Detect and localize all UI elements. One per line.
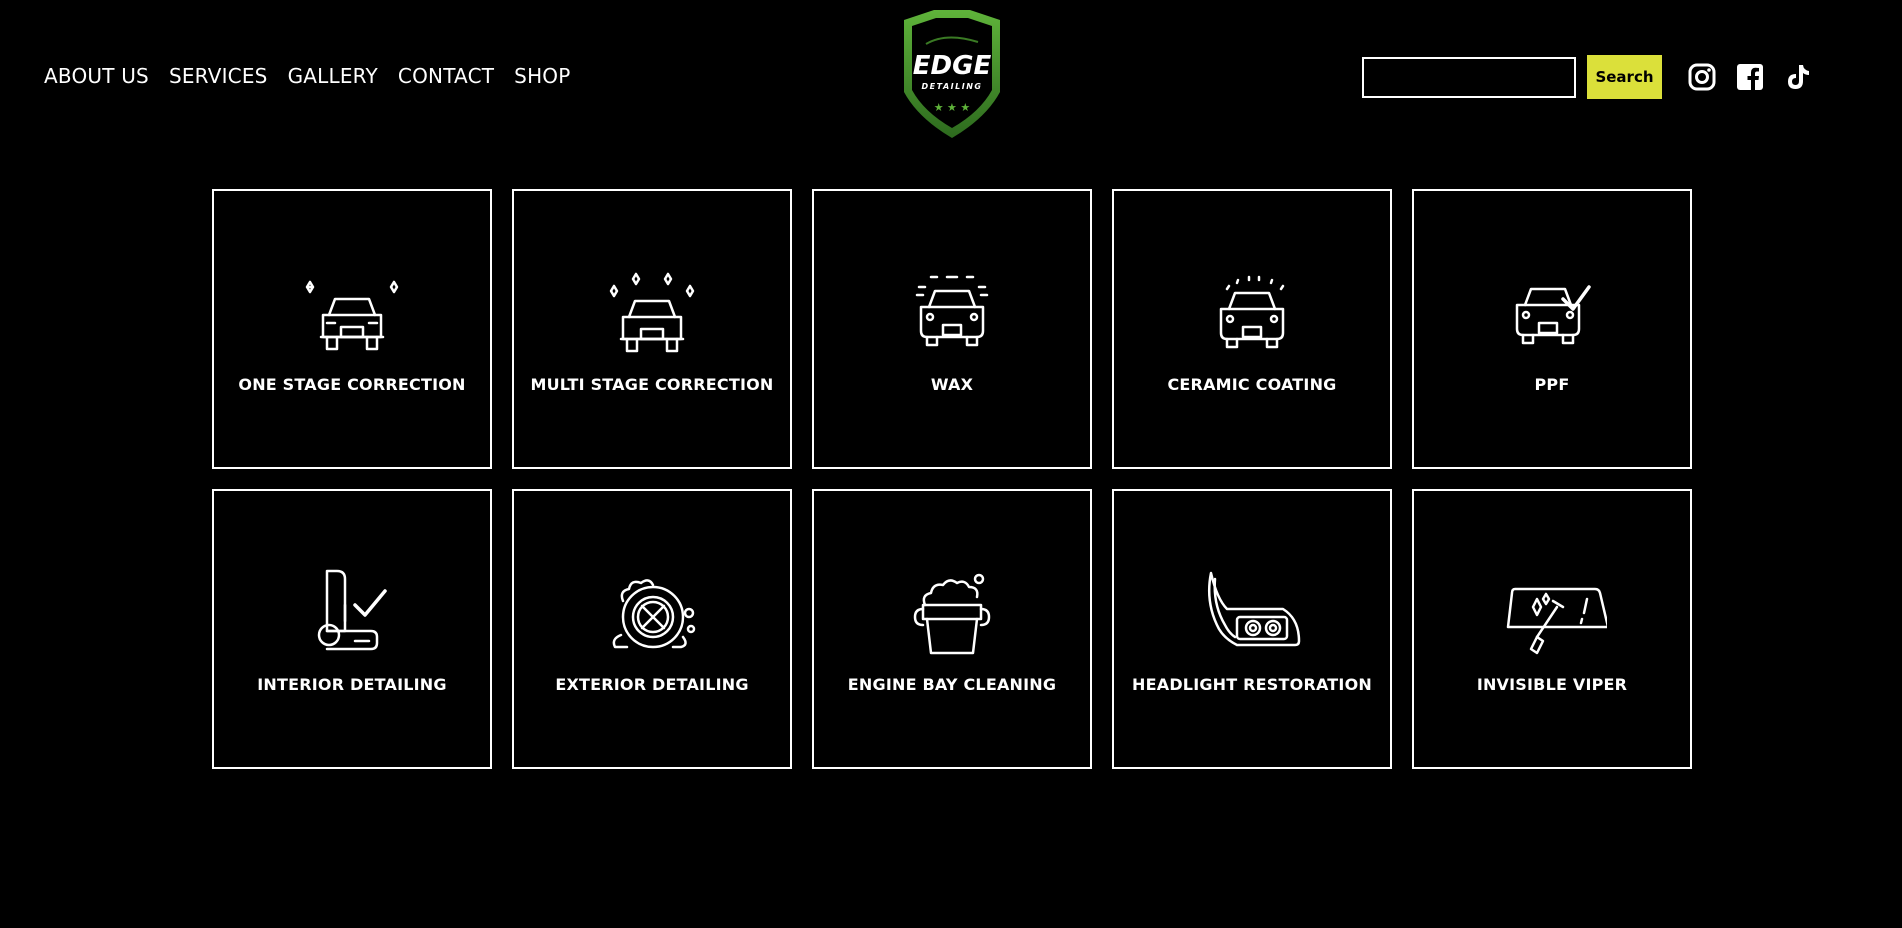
car-multi-sparkle-icon (597, 265, 707, 361)
service-card-one-stage-correction[interactable]: ONE STAGE CORRECTION (212, 189, 492, 469)
nav-item-contact[interactable]: CONTACT (398, 64, 494, 88)
car-check-icon (1497, 265, 1607, 361)
nav-item-gallery[interactable]: GALLERY (288, 64, 378, 88)
service-card-multi-stage-correction[interactable]: MULTI STAGE CORRECTION (512, 189, 792, 469)
service-label: ENGINE BAY CLEANING (847, 674, 1057, 694)
social-links (1687, 62, 1813, 92)
service-card-exterior-detailing[interactable]: EXTERIOR DETAILING (512, 489, 792, 769)
wheel-foam-icon (597, 565, 707, 661)
instagram-icon[interactable] (1687, 62, 1717, 92)
car-ceramic-icon (1197, 265, 1307, 361)
service-card-invisible-viper[interactable]: INVISIBLE VIPER (1412, 489, 1692, 769)
service-label: CERAMIC COATING (1167, 374, 1337, 394)
service-card-engine-bay-cleaning[interactable]: ENGINE BAY CLEANING (812, 489, 1092, 769)
service-label: EXTERIOR DETAILING (555, 674, 749, 694)
main-nav: ABOUT US SERVICES GALLERY CONTACT SHOP (44, 64, 571, 88)
edge-detailing-logo[interactable]: EDGE DETAILING ★ ★ ★ (886, 8, 1018, 140)
page: ABOUT US SERVICES GALLERY CONTACT SHOP E… (0, 0, 1902, 928)
search-button[interactable]: Search (1587, 55, 1662, 99)
service-label: INVISIBLE VIPER (1476, 674, 1628, 694)
windshield-wiper-icon (1497, 565, 1607, 661)
tiktok-icon[interactable] (1783, 62, 1813, 92)
service-label: PPF (1534, 374, 1570, 394)
service-card-ceramic-coating[interactable]: CERAMIC COATING (1112, 189, 1392, 469)
svg-text:DETAILING: DETAILING (922, 82, 983, 91)
service-label: MULTI STAGE CORRECTION (530, 374, 774, 394)
svg-text:★ ★ ★: ★ ★ ★ (934, 101, 971, 114)
search-input[interactable] (1362, 56, 1576, 98)
service-card-wax[interactable]: WAX (812, 189, 1092, 469)
car-wax-icon (897, 265, 1007, 361)
bucket-foam-icon (897, 565, 1007, 661)
service-card-interior-detailing[interactable]: INTERIOR DETAILING (212, 489, 492, 769)
service-label: WAX (930, 374, 974, 394)
svg-text:EDGE: EDGE (913, 51, 992, 81)
nav-item-shop[interactable]: SHOP (514, 64, 570, 88)
services-grid: ONE STAGE CORRECTION MULTI STAGE CORRECT… (212, 189, 1692, 769)
nav-item-about-us[interactable]: ABOUT US (44, 64, 149, 88)
service-card-headlight-restoration[interactable]: HEADLIGHT RESTORATION (1112, 489, 1392, 769)
service-label: ONE STAGE CORRECTION (238, 374, 466, 394)
service-card-ppf[interactable]: PPF (1412, 189, 1692, 469)
car-sparkle-icon (297, 265, 407, 361)
header-tools: Search (1362, 55, 1813, 99)
facebook-icon[interactable] (1735, 62, 1765, 92)
headlight-icon (1197, 565, 1307, 661)
service-label: HEADLIGHT RESTORATION (1132, 674, 1372, 694)
nav-item-services[interactable]: SERVICES (169, 64, 268, 88)
service-label: INTERIOR DETAILING (257, 674, 447, 694)
seat-check-icon (297, 565, 407, 661)
